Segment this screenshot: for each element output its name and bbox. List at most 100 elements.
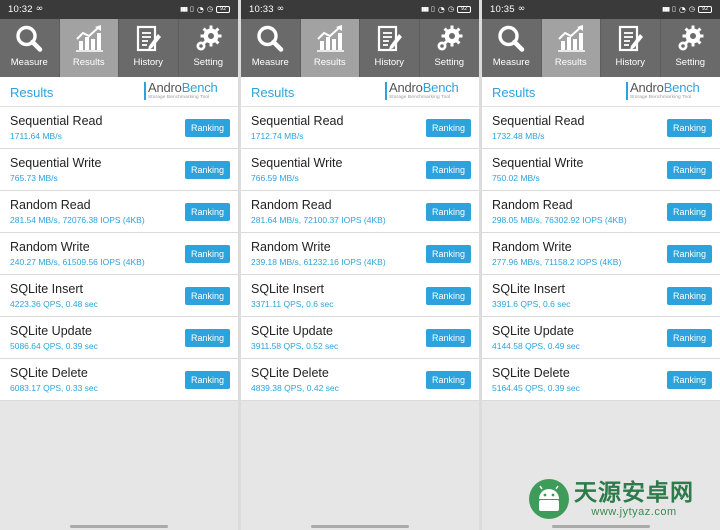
ranking-button[interactable]: Ranking xyxy=(667,371,712,389)
tab-setting[interactable]: Setting xyxy=(179,19,239,77)
page-title: Results xyxy=(251,85,295,100)
result-row: SQLite Update 4144.58 QPS, 0.49 sec Rank… xyxy=(482,317,720,359)
ranking-button[interactable]: Ranking xyxy=(185,329,230,347)
tab-history[interactable]: History xyxy=(601,19,661,77)
tab-results[interactable]: Results xyxy=(300,19,360,77)
ranking-button[interactable]: Ranking xyxy=(185,287,230,305)
androbench-logo: AndroBench Storage Benchmarking Tool xyxy=(385,80,471,104)
tab-measure-label: Measure xyxy=(10,57,48,68)
logo-bar xyxy=(144,82,146,100)
wifi-icon: ◔ xyxy=(196,5,204,14)
toolbar: Measure Results History Setting xyxy=(482,19,720,77)
bar-chart-icon xyxy=(557,25,585,52)
signal-icon: ▮▮▮ xyxy=(421,6,429,13)
home-indicator[interactable] xyxy=(552,525,650,528)
benchmark-value: 281.54 MB/s, 72076.38 IOPS (4KB) xyxy=(10,215,145,225)
tab-measure[interactable]: Measure xyxy=(0,19,60,77)
results-list: Sequential Read 1711.64 MB/s Ranking Seq… xyxy=(0,107,238,401)
tab-measure[interactable]: Measure xyxy=(241,19,301,77)
logo-andro: Andro xyxy=(148,80,182,95)
ranking-button[interactable]: Ranking xyxy=(185,161,230,179)
ranking-button[interactable]: Ranking xyxy=(185,203,230,221)
ranking-button[interactable]: Ranking xyxy=(667,161,712,179)
benchmark-name: Random Read xyxy=(492,198,573,212)
tab-history-label: History xyxy=(133,57,164,68)
logo-wordmark: AndroBench xyxy=(148,80,218,95)
logo-bench: Bench xyxy=(422,80,459,95)
benchmark-name: Random Read xyxy=(251,198,332,212)
signal-icon: ▮▮▮ xyxy=(180,6,188,13)
benchmark-name: Random Read xyxy=(10,198,91,212)
results-header: Results AndroBench Storage Benchmarking … xyxy=(241,77,479,107)
wifi-icon: ◔ xyxy=(678,5,686,14)
ranking-button[interactable]: Ranking xyxy=(426,287,471,305)
ranking-button[interactable]: Ranking xyxy=(426,329,471,347)
tab-measure-label: Measure xyxy=(251,57,289,68)
tab-measure[interactable]: Measure xyxy=(482,19,542,77)
watermark: 天源安卓网 www.jytyaz.com xyxy=(528,474,712,524)
document-edit-icon xyxy=(378,25,403,52)
result-row: Random Read 281.54 MB/s, 72076.38 IOPS (… xyxy=(0,191,238,233)
battery-icon: 92 xyxy=(457,6,471,13)
home-indicator[interactable] xyxy=(311,525,409,528)
benchmark-value: 3911.58 QPS, 0.52 sec xyxy=(251,341,339,351)
benchmark-name: SQLite Update xyxy=(10,324,92,338)
search-icon xyxy=(257,25,284,52)
tab-history-label: History xyxy=(615,57,646,68)
results-list: Sequential Read 1732.48 MB/s Ranking Seq… xyxy=(482,107,720,401)
benchmark-value: 766.59 MB/s xyxy=(251,173,299,183)
benchmark-value: 4223.36 QPS, 0.48 sec xyxy=(10,299,98,309)
tab-history[interactable]: History xyxy=(119,19,179,77)
tab-history[interactable]: History xyxy=(360,19,420,77)
ranking-button[interactable]: Ranking xyxy=(426,119,471,137)
benchmark-value: 4144.58 QPS, 0.49 sec xyxy=(492,341,580,351)
benchmark-value: 1711.64 MB/s xyxy=(10,131,62,141)
result-row: SQLite Delete 5164.45 QPS, 0.39 sec Rank… xyxy=(482,359,720,401)
watermark-url: www.jytyaz.com xyxy=(591,506,677,518)
benchmark-value: 1732.48 MB/s xyxy=(492,131,545,141)
search-icon xyxy=(16,25,43,52)
ranking-button[interactable]: Ranking xyxy=(426,161,471,179)
ranking-button[interactable]: Ranking xyxy=(185,245,230,263)
ranking-button[interactable]: Ranking xyxy=(426,203,471,221)
phone-screen-2: 10:33 ∞ ▮▮▮ ▯ ◔ ◷ 92 Measure Results His… xyxy=(241,0,479,530)
tab-results[interactable]: Results xyxy=(541,19,601,77)
benchmark-name: Sequential Read xyxy=(251,114,344,128)
logo-subtitle: Storage Benchmarking Tool xyxy=(630,95,692,100)
result-row: SQLite Insert 3391.6 QPS, 0.6 sec Rankin… xyxy=(482,275,720,317)
ranking-button[interactable]: Ranking xyxy=(667,329,712,347)
ranking-button[interactable]: Ranking xyxy=(185,371,230,389)
status-time: 10:33 xyxy=(249,4,274,15)
benchmark-name: Random Write xyxy=(10,240,90,254)
result-row: SQLite Delete 6083.17 QPS, 0.33 sec Rank… xyxy=(0,359,238,401)
result-row: Random Write 239.18 MB/s, 61232.16 IOPS … xyxy=(241,233,479,275)
infinity-icon: ∞ xyxy=(517,4,526,14)
ranking-button[interactable]: Ranking xyxy=(185,119,230,137)
ranking-button[interactable]: Ranking xyxy=(426,245,471,263)
tab-setting-label: Setting xyxy=(193,57,224,68)
tab-results[interactable]: Results xyxy=(59,19,119,77)
sim-icon: ▯ xyxy=(672,5,676,13)
battery-icon: 92 xyxy=(216,6,230,13)
result-row: Sequential Read 1732.48 MB/s Ranking xyxy=(482,107,720,149)
result-row: Random Read 281.64 MB/s, 72100.37 IOPS (… xyxy=(241,191,479,233)
ranking-button[interactable]: Ranking xyxy=(667,287,712,305)
ranking-button[interactable]: Ranking xyxy=(667,245,712,263)
logo-andro: Andro xyxy=(630,80,664,95)
result-row: Random Read 298.05 MB/s, 76302.92 IOPS (… xyxy=(482,191,720,233)
benchmark-value: 239.18 MB/s, 61232.16 IOPS (4KB) xyxy=(251,257,386,267)
status-time: 10:35 xyxy=(490,4,515,15)
benchmark-name: Random Write xyxy=(492,240,572,254)
benchmark-value: 5086.64 QPS, 0.39 sec xyxy=(10,341,98,351)
ranking-button[interactable]: Ranking xyxy=(426,371,471,389)
result-row: Sequential Read 1711.64 MB/s Ranking xyxy=(0,107,238,149)
benchmark-name: SQLite Insert xyxy=(10,282,83,296)
home-indicator[interactable] xyxy=(70,525,168,528)
ranking-button[interactable]: Ranking xyxy=(667,203,712,221)
benchmark-name: Sequential Read xyxy=(492,114,585,128)
ranking-button[interactable]: Ranking xyxy=(667,119,712,137)
tab-results-label: Results xyxy=(72,57,105,68)
tab-setting[interactable]: Setting xyxy=(420,19,480,77)
status-bar: 10:33 ∞ ▮▮▮ ▯ ◔ ◷ 92 xyxy=(241,0,479,19)
tab-setting[interactable]: Setting xyxy=(661,19,720,77)
